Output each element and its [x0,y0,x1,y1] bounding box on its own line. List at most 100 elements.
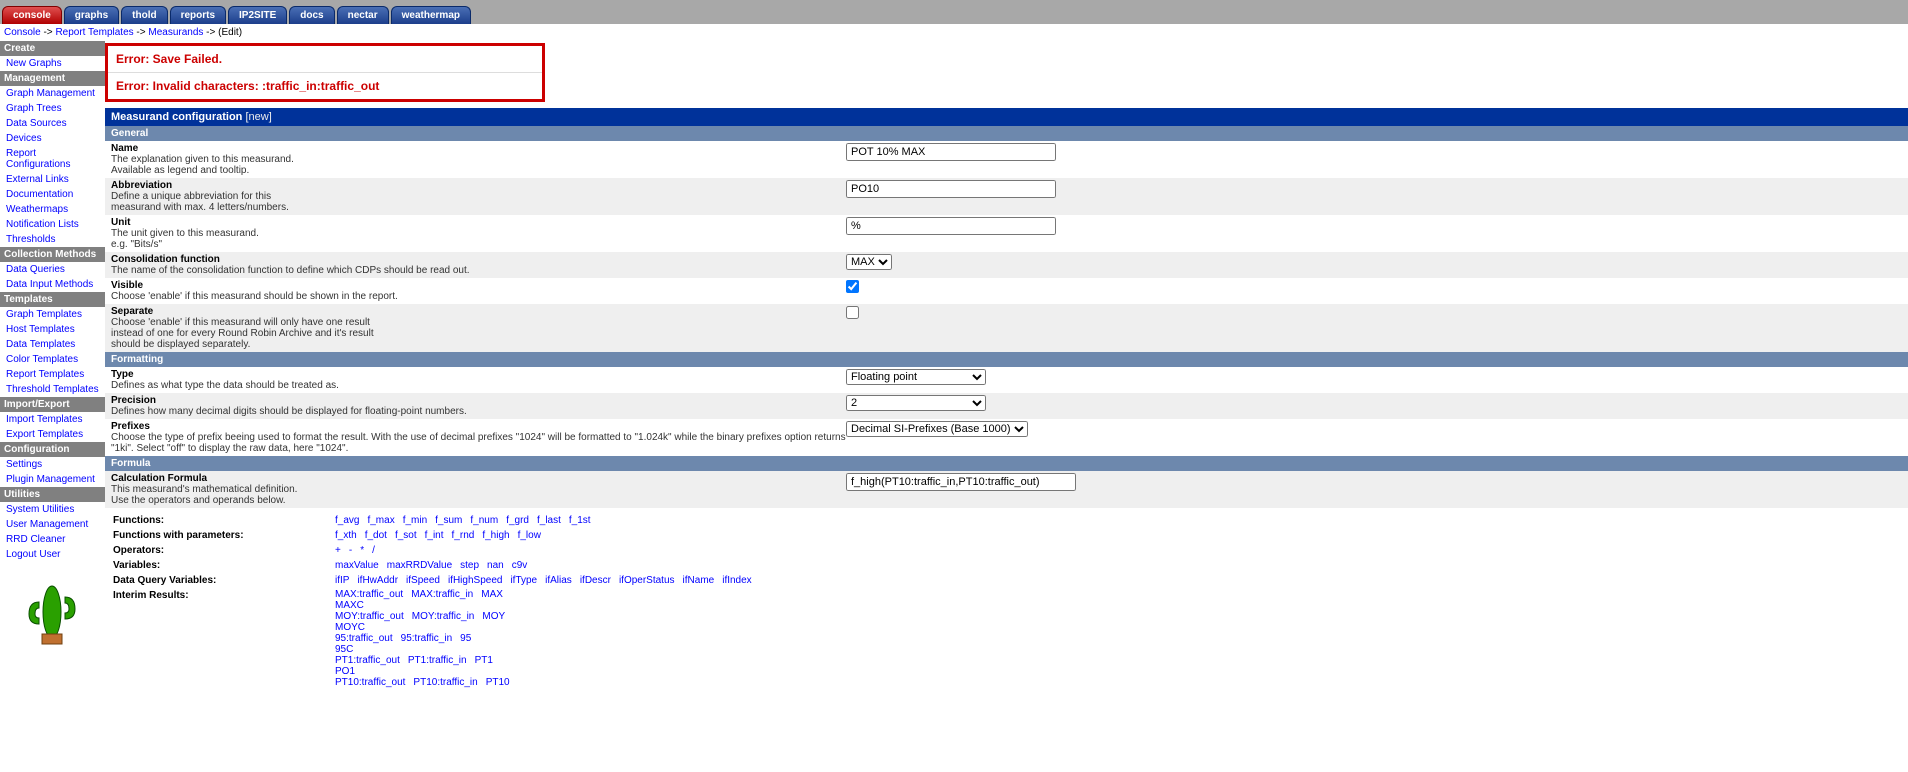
separate-checkbox[interactable] [846,306,859,319]
ref-token[interactable]: maxRRDValue [387,560,452,571]
ref-token[interactable]: MAXC [335,600,364,611]
ref-token[interactable]: ifHwAddr [357,575,398,586]
ref-token[interactable]: f_min [403,515,427,526]
sidebar-item-new-graphs[interactable]: New Graphs [0,56,105,71]
ref-token[interactable]: PT10:traffic_in [413,677,477,688]
ref-token[interactable]: f_xth [335,530,357,541]
ref-token[interactable]: ifName [683,575,715,586]
ref-token[interactable]: * [360,545,364,556]
sidebar-item-user-management[interactable]: User Management [0,517,105,532]
ref-token[interactable]: MAX [481,589,503,600]
sidebar-item-color-templates[interactable]: Color Templates [0,352,105,367]
ref-token[interactable]: PT10 [486,677,510,688]
ref-token[interactable]: f_low [518,530,541,541]
tab-weathermap[interactable]: weathermap [391,6,471,24]
ref-token[interactable]: f_int [425,530,444,541]
ref-token[interactable]: ifAlias [545,575,572,586]
sidebar-item-logout-user[interactable]: Logout User [0,547,105,562]
ref-token[interactable]: f_high [482,530,509,541]
ref-token[interactable]: f_grd [506,515,529,526]
sidebar-item-devices[interactable]: Devices [0,131,105,146]
ref-token[interactable]: PT1:traffic_in [408,655,467,666]
ref-token[interactable]: f_last [537,515,561,526]
sidebar-item-external-links[interactable]: External Links [0,172,105,187]
tab-graphs[interactable]: graphs [64,6,119,24]
ref-token[interactable]: 95:traffic_in [401,633,453,644]
breadcrumb-console[interactable]: Console [4,27,41,38]
ref-token[interactable]: ifHighSpeed [448,575,502,586]
unit-input[interactable] [846,217,1056,235]
ref-token[interactable]: + [335,545,341,556]
sidebar-item-data-sources[interactable]: Data Sources [0,116,105,131]
ref-token[interactable]: ifOperStatus [619,575,675,586]
ref-token[interactable]: nan [487,560,504,571]
sidebar-item-graph-templates[interactable]: Graph Templates [0,307,105,322]
sidebar-item-system-utilities[interactable]: System Utilities [0,502,105,517]
ref-token[interactable]: c9v [512,560,528,571]
sidebar-item-plugin-management[interactable]: Plugin Management [0,472,105,487]
tab-thold[interactable]: thold [121,6,167,24]
sidebar-item-graph-trees[interactable]: Graph Trees [0,101,105,116]
ref-token[interactable]: 95C [335,644,353,655]
ref-token[interactable]: MOY:traffic_out [335,611,404,622]
ref-token[interactable]: ifSpeed [406,575,440,586]
ref-token[interactable]: f_max [367,515,394,526]
sidebar-item-weathermaps[interactable]: Weathermaps [0,202,105,217]
ref-token[interactable]: f_dot [365,530,387,541]
sidebar-item-host-templates[interactable]: Host Templates [0,322,105,337]
breadcrumb-measurands[interactable]: Measurands [148,27,203,38]
ref-token[interactable]: PT1:traffic_out [335,655,400,666]
ref-token[interactable]: maxValue [335,560,379,571]
ref-token[interactable]: f_sum [435,515,462,526]
ref-token[interactable]: MAX:traffic_out [335,589,403,600]
sidebar-item-rrd-cleaner[interactable]: RRD Cleaner [0,532,105,547]
tab-docs[interactable]: docs [289,6,334,24]
ref-token[interactable]: ifIP [335,575,349,586]
tab-reports[interactable]: reports [170,6,226,24]
ref-token[interactable]: ifIndex [722,575,751,586]
ref-token[interactable]: MOYC [335,622,365,633]
sidebar-item-data-input-methods[interactable]: Data Input Methods [0,277,105,292]
ref-token[interactable]: MOY [482,611,505,622]
ref-token[interactable]: step [460,560,479,571]
sidebar-item-report-templates[interactable]: Report Templates [0,367,105,382]
sidebar-item-thresholds[interactable]: Thresholds [0,232,105,247]
breadcrumb-report-templates[interactable]: Report Templates [55,27,133,38]
ref-token[interactable]: PT10:traffic_out [335,677,405,688]
ref-token[interactable]: f_avg [335,515,359,526]
ref-token[interactable]: - [349,545,352,556]
prefixes-select[interactable]: Decimal SI-Prefixes (Base 1000) [846,421,1028,437]
ref-token[interactable]: MAX:traffic_in [411,589,473,600]
sidebar-item-graph-management[interactable]: Graph Management [0,86,105,101]
sidebar-item-documentation[interactable]: Documentation [0,187,105,202]
ref-token[interactable]: MOY:traffic_in [412,611,475,622]
abbreviation-input[interactable] [846,180,1056,198]
ref-token[interactable]: f_num [470,515,498,526]
sidebar-item-report-configurations[interactable]: Report Configurations [0,146,105,172]
sidebar-item-notification-lists[interactable]: Notification Lists [0,217,105,232]
tab-console[interactable]: console [2,6,62,24]
sidebar-item-data-queries[interactable]: Data Queries [0,262,105,277]
visible-checkbox[interactable] [846,280,859,293]
tab-IP2SITE[interactable]: IP2SITE [228,6,287,24]
sidebar-item-data-templates[interactable]: Data Templates [0,337,105,352]
type-select[interactable]: Floating point [846,369,986,385]
ref-token[interactable]: / [372,545,375,556]
calculation-formula-input[interactable] [846,473,1076,491]
tab-nectar[interactable]: nectar [337,6,389,24]
consolidation-select[interactable]: MAX [846,254,892,270]
ref-token[interactable]: f_1st [569,515,591,526]
sidebar-item-threshold-templates[interactable]: Threshold Templates [0,382,105,397]
name-input[interactable] [846,143,1056,161]
ref-token[interactable]: PO1 [335,666,355,677]
ref-token[interactable]: PT1 [475,655,493,666]
sidebar-item-import-templates[interactable]: Import Templates [0,412,105,427]
ref-token[interactable]: 95 [460,633,471,644]
ref-token[interactable]: f_sot [395,530,417,541]
ref-token[interactable]: ifType [510,575,537,586]
sidebar-item-export-templates[interactable]: Export Templates [0,427,105,442]
precision-select[interactable]: 2 [846,395,986,411]
ref-token[interactable]: f_rnd [452,530,475,541]
ref-token[interactable]: ifDescr [580,575,611,586]
ref-token[interactable]: 95:traffic_out [335,633,393,644]
